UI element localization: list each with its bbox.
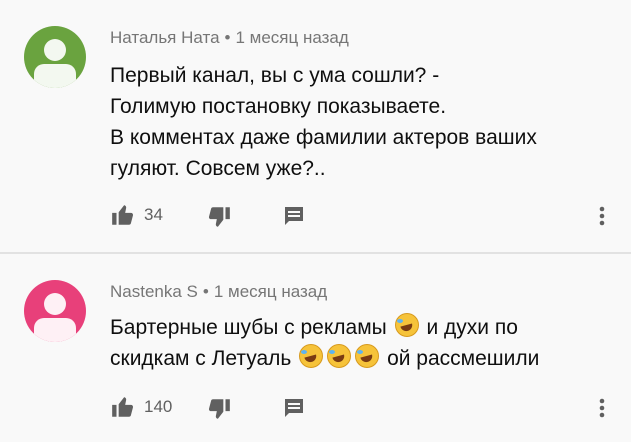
comment-meta: Nastenka S • 1 месяц назад [110, 282, 327, 302]
comment-text: Первый канал, вы с ума сошли? - Голимую … [110, 60, 590, 184]
laughing-emoji-icon [394, 313, 419, 337]
comment-meta: Наталья Ната • 1 месяц назад [110, 28, 349, 48]
comment-text: Бартерные шубы с рекламы и духи по скидк… [110, 312, 590, 374]
avatar-body [34, 318, 76, 342]
laughing-emoji-icon [299, 344, 324, 368]
comment-line: Голимую постановку показываете. [110, 95, 447, 118]
meta-separator: • [224, 28, 231, 47]
more-vert-icon[interactable] [596, 396, 608, 420]
comment-line: скидкам с Летуаль ой рассмешили [110, 343, 590, 374]
comment-line: В комментах даже фамилии актеров ваших [110, 126, 537, 149]
text-segment: скидкам с Летуаль [110, 347, 292, 370]
comment-actions: 140 [110, 392, 620, 422]
avatar-body [34, 64, 76, 88]
laughing-emoji-icon [355, 344, 380, 368]
author-name[interactable]: Nastenka S [110, 282, 198, 301]
comment-line: Бартерные шубы с рекламы и духи по [110, 312, 590, 343]
reply-icon[interactable] [282, 396, 306, 420]
comment-item: Nastenka S • 1 месяц назад Бартерные шубы … [0, 254, 631, 442]
avatar[interactable] [24, 26, 86, 88]
avatar-head [44, 39, 66, 61]
thumb-down-icon[interactable] [206, 396, 232, 422]
meta-separator: • [202, 282, 209, 301]
comment-line: Первый канал, вы с ума сошли? - [110, 64, 440, 87]
thumb-up-icon[interactable] [110, 394, 136, 420]
more-vert-icon[interactable] [596, 204, 608, 228]
reply-icon[interactable] [282, 204, 306, 228]
comment-actions: 34 [110, 200, 620, 230]
comment-line: гуляют. Совсем уже?.. [110, 157, 326, 180]
text-segment: ой рассмешили [387, 347, 540, 370]
like-count: 140 [144, 397, 173, 416]
text-segment: Бартерные шубы с рекламы [110, 316, 387, 339]
avatar[interactable] [24, 280, 86, 342]
avatar-head [44, 293, 66, 315]
comment-timestamp[interactable]: 1 месяц назад [214, 282, 327, 301]
comment-timestamp[interactable]: 1 месяц назад [235, 28, 348, 47]
thumb-up-icon[interactable] [110, 202, 136, 228]
thumb-down-icon[interactable] [206, 204, 232, 230]
like-count: 34 [144, 205, 163, 224]
laughing-emoji-icon [327, 344, 352, 368]
comment-item: Наталья Ната • 1 месяц назад Первый канал,… [0, 0, 631, 252]
text-segment: и духи по [426, 316, 518, 339]
author-name[interactable]: Наталья Ната [110, 28, 220, 47]
